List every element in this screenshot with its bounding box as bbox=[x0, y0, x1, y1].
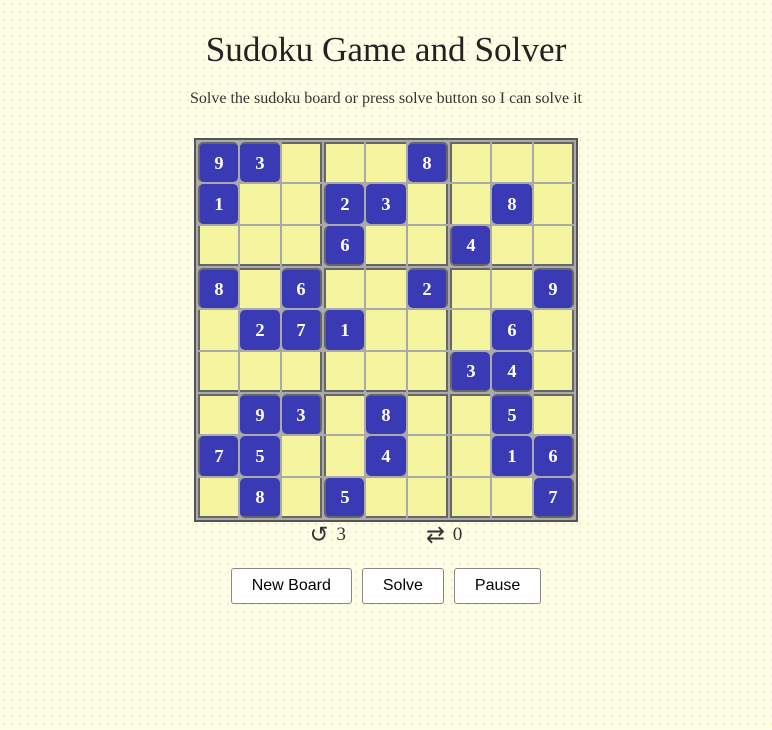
cell-6-0[interactable] bbox=[198, 394, 238, 434]
stats-bar: ↺ 3 ⇄ 0 bbox=[310, 522, 463, 548]
cell-3-0: 8 bbox=[198, 268, 238, 308]
cell-5-1[interactable] bbox=[240, 352, 280, 392]
cell-2-4[interactable] bbox=[366, 226, 406, 266]
cell-1-2[interactable] bbox=[282, 184, 322, 224]
cell-3-6[interactable] bbox=[450, 268, 490, 308]
cell-8-1: 8 bbox=[240, 478, 280, 518]
cell-4-3: 1 bbox=[324, 310, 364, 350]
cell-0-3[interactable] bbox=[324, 142, 364, 182]
page-title: Sudoku Game and Solver bbox=[206, 30, 567, 70]
cell-5-6: 3 bbox=[450, 352, 490, 392]
cell-2-8[interactable] bbox=[534, 226, 574, 266]
cell-8-0[interactable] bbox=[198, 478, 238, 518]
cell-3-8: 9 bbox=[534, 268, 574, 308]
cell-3-1[interactable] bbox=[240, 268, 280, 308]
hints-count: 0 bbox=[453, 524, 463, 546]
sudoku-grid[interactable]: 9381238648629271634938575416857 bbox=[194, 138, 578, 522]
cell-0-0: 9 bbox=[198, 142, 238, 182]
cell-8-6[interactable] bbox=[450, 478, 490, 518]
cell-8-7[interactable] bbox=[492, 478, 532, 518]
cell-3-2: 6 bbox=[282, 268, 322, 308]
cell-7-1: 5 bbox=[240, 436, 280, 476]
cell-6-7: 5 bbox=[492, 394, 532, 434]
cell-4-5[interactable] bbox=[408, 310, 448, 350]
cell-4-8[interactable] bbox=[534, 310, 574, 350]
cell-7-0: 7 bbox=[198, 436, 238, 476]
cell-7-4: 4 bbox=[366, 436, 406, 476]
cell-2-2[interactable] bbox=[282, 226, 322, 266]
cell-5-4[interactable] bbox=[366, 352, 406, 392]
cell-1-1[interactable] bbox=[240, 184, 280, 224]
cell-5-3[interactable] bbox=[324, 352, 364, 392]
cell-2-1[interactable] bbox=[240, 226, 280, 266]
pause-button[interactable]: Pause bbox=[454, 568, 541, 604]
subtitle: Solve the sudoku board or press solve bu… bbox=[190, 90, 582, 108]
cell-4-4[interactable] bbox=[366, 310, 406, 350]
cell-1-8[interactable] bbox=[534, 184, 574, 224]
cell-6-5[interactable] bbox=[408, 394, 448, 434]
cell-6-8[interactable] bbox=[534, 394, 574, 434]
cell-0-5: 8 bbox=[408, 142, 448, 182]
cell-4-2: 7 bbox=[282, 310, 322, 350]
cell-6-3[interactable] bbox=[324, 394, 364, 434]
cell-6-4: 8 bbox=[366, 394, 406, 434]
cell-5-8[interactable] bbox=[534, 352, 574, 392]
cell-4-7: 6 bbox=[492, 310, 532, 350]
cell-4-0[interactable] bbox=[198, 310, 238, 350]
cell-3-7[interactable] bbox=[492, 268, 532, 308]
cell-0-4[interactable] bbox=[366, 142, 406, 182]
cell-2-3: 6 bbox=[324, 226, 364, 266]
hints-stat: ⇄ 0 bbox=[426, 522, 462, 548]
cell-5-7: 4 bbox=[492, 352, 532, 392]
cell-3-3[interactable] bbox=[324, 268, 364, 308]
cell-8-4[interactable] bbox=[366, 478, 406, 518]
cell-5-5[interactable] bbox=[408, 352, 448, 392]
cell-2-5[interactable] bbox=[408, 226, 448, 266]
hints-icon: ⇄ bbox=[426, 522, 445, 548]
cell-1-5[interactable] bbox=[408, 184, 448, 224]
cell-7-2[interactable] bbox=[282, 436, 322, 476]
cell-0-2[interactable] bbox=[282, 142, 322, 182]
cell-0-6[interactable] bbox=[450, 142, 490, 182]
cell-1-4: 3 bbox=[366, 184, 406, 224]
cell-3-4[interactable] bbox=[366, 268, 406, 308]
cell-5-0[interactable] bbox=[198, 352, 238, 392]
cell-8-2[interactable] bbox=[282, 478, 322, 518]
cell-0-8[interactable] bbox=[534, 142, 574, 182]
action-buttons: New Board Solve Pause bbox=[231, 568, 542, 604]
solve-button[interactable]: Solve bbox=[362, 568, 444, 604]
cell-7-8: 6 bbox=[534, 436, 574, 476]
cell-0-1: 3 bbox=[240, 142, 280, 182]
cell-1-0: 1 bbox=[198, 184, 238, 224]
sudoku-board: 9381238648629271634938575416857 bbox=[194, 138, 578, 522]
cell-4-1: 2 bbox=[240, 310, 280, 350]
cell-4-6[interactable] bbox=[450, 310, 490, 350]
cell-2-0[interactable] bbox=[198, 226, 238, 266]
cell-2-6: 4 bbox=[450, 226, 490, 266]
cell-6-2: 3 bbox=[282, 394, 322, 434]
cell-7-7: 1 bbox=[492, 436, 532, 476]
cell-0-7[interactable] bbox=[492, 142, 532, 182]
mistakes-stat: ↺ 3 bbox=[310, 522, 346, 548]
mistakes-count: 3 bbox=[336, 524, 346, 546]
mistakes-icon: ↺ bbox=[310, 522, 329, 548]
cell-2-7[interactable] bbox=[492, 226, 532, 266]
cell-1-3: 2 bbox=[324, 184, 364, 224]
cell-7-5[interactable] bbox=[408, 436, 448, 476]
cell-7-6[interactable] bbox=[450, 436, 490, 476]
cell-3-5: 2 bbox=[408, 268, 448, 308]
cell-7-3[interactable] bbox=[324, 436, 364, 476]
cell-6-6[interactable] bbox=[450, 394, 490, 434]
cell-1-7: 8 bbox=[492, 184, 532, 224]
new-board-button[interactable]: New Board bbox=[231, 568, 352, 604]
cell-6-1: 9 bbox=[240, 394, 280, 434]
cell-8-5[interactable] bbox=[408, 478, 448, 518]
cell-8-8: 7 bbox=[534, 478, 574, 518]
cell-1-6[interactable] bbox=[450, 184, 490, 224]
cell-8-3: 5 bbox=[324, 478, 364, 518]
cell-5-2[interactable] bbox=[282, 352, 322, 392]
